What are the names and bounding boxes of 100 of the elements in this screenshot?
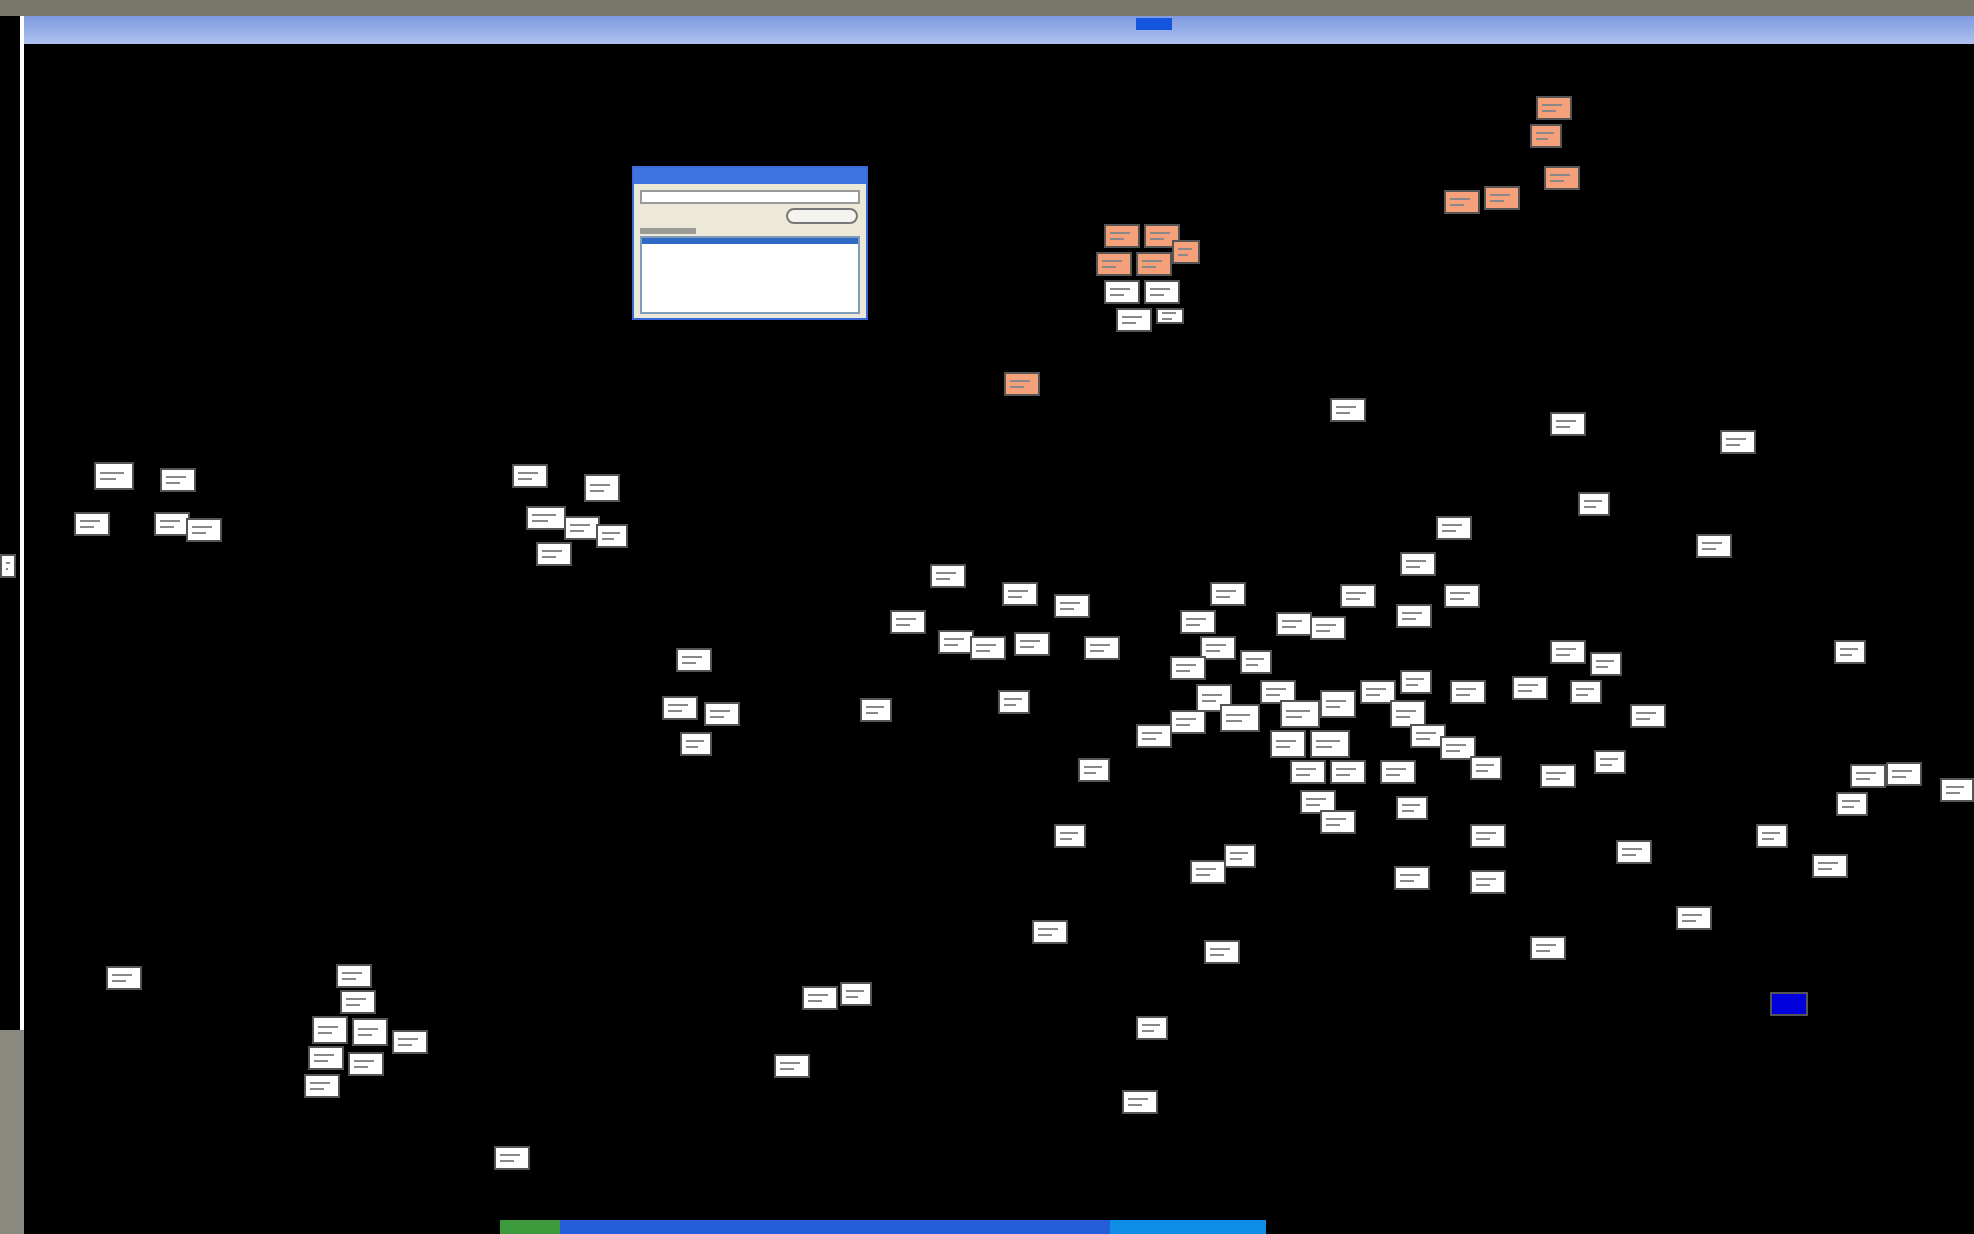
graph-node[interactable] <box>1032 920 1068 944</box>
dialog-button[interactable] <box>786 208 858 224</box>
graph-node[interactable] <box>1394 866 1430 890</box>
graph-node[interactable] <box>1578 492 1610 516</box>
graph-node[interactable] <box>1436 516 1472 540</box>
graph-node[interactable] <box>890 610 926 634</box>
graph-node[interactable] <box>1590 652 1622 676</box>
graph-node[interactable] <box>160 468 196 492</box>
graph-node[interactable] <box>1122 1090 1158 1114</box>
graph-node[interactable] <box>1616 840 1652 864</box>
graph-node[interactable] <box>1116 308 1152 332</box>
start-button[interactable] <box>500 1220 560 1234</box>
graph-node[interactable] <box>1470 824 1506 848</box>
graph-node[interactable] <box>494 1146 530 1170</box>
graph-node[interactable] <box>1144 224 1180 248</box>
graph-node[interactable] <box>1512 676 1548 700</box>
graph-node[interactable] <box>1004 372 1040 396</box>
graph-node[interactable] <box>1630 704 1666 728</box>
graph-node[interactable] <box>1204 940 1240 964</box>
graph-node[interactable] <box>1470 756 1502 780</box>
graph-node[interactable] <box>1014 632 1050 656</box>
graph-node[interactable] <box>802 986 838 1010</box>
graph-node[interactable] <box>1440 736 1476 760</box>
graph-node[interactable] <box>1444 190 1480 214</box>
graph-node[interactable] <box>1054 824 1086 848</box>
graph-node[interactable] <box>1340 584 1376 608</box>
graph-node[interactable] <box>312 1016 348 1044</box>
graph-node[interactable] <box>336 964 372 988</box>
graph-node[interactable] <box>1940 778 1974 802</box>
graph-node[interactable] <box>1450 680 1486 704</box>
graph-node[interactable] <box>1770 992 1808 1016</box>
graph-node[interactable] <box>676 648 712 672</box>
graph-node[interactable] <box>1180 610 1216 634</box>
graph-node[interactable] <box>1360 680 1396 704</box>
graph-node[interactable] <box>1380 760 1416 784</box>
graph-node[interactable] <box>1172 240 1200 264</box>
graph-node[interactable] <box>1320 810 1356 834</box>
graph-node[interactable] <box>304 1074 340 1098</box>
graph-node[interactable] <box>1144 280 1180 304</box>
graph-node[interactable] <box>1310 730 1350 758</box>
graph-node[interactable] <box>774 1054 810 1078</box>
graph-node[interactable] <box>1104 280 1140 304</box>
graph-node[interactable] <box>1224 844 1256 868</box>
graph-node[interactable] <box>526 506 566 530</box>
graph-node[interactable] <box>662 696 698 720</box>
graph-node[interactable] <box>74 512 110 536</box>
graph-node[interactable] <box>1720 430 1756 454</box>
graph-node[interactable] <box>1400 670 1432 694</box>
graph-node[interactable] <box>680 732 712 756</box>
title-bar-grip[interactable] <box>1136 18 1172 30</box>
graph-node[interactable] <box>1756 824 1788 848</box>
graph-node[interactable] <box>352 1018 388 1046</box>
graph-node[interactable] <box>1330 398 1366 422</box>
graph-node[interactable] <box>930 564 966 588</box>
graph-node[interactable] <box>1078 758 1110 782</box>
graph-node[interactable] <box>1210 582 1246 606</box>
graph-node[interactable] <box>1240 650 1272 674</box>
graph-node[interactable] <box>1550 412 1586 436</box>
graph-node[interactable] <box>564 516 600 540</box>
graph-node[interactable] <box>1170 656 1206 680</box>
graph-node[interactable] <box>340 990 376 1014</box>
graph-node[interactable] <box>1540 764 1576 788</box>
graph-node[interactable] <box>1396 796 1428 820</box>
graph-node[interactable] <box>94 462 134 490</box>
graph-node[interactable] <box>584 474 620 502</box>
graph-node[interactable] <box>938 630 974 654</box>
graph-node[interactable] <box>1002 582 1038 606</box>
graph-node[interactable] <box>1054 594 1090 618</box>
graph-node[interactable] <box>1300 790 1336 814</box>
graph-node[interactable] <box>860 698 892 722</box>
graph-node[interactable] <box>1696 534 1732 558</box>
graph-node[interactable] <box>1594 750 1626 774</box>
graph-node[interactable] <box>840 982 872 1006</box>
graph-node[interactable] <box>348 1052 384 1076</box>
graph-node[interactable] <box>154 512 190 536</box>
graph-node[interactable] <box>1676 906 1712 930</box>
graph-node[interactable] <box>186 518 222 542</box>
graph-node[interactable] <box>1320 690 1356 718</box>
graph-node[interactable] <box>392 1030 428 1054</box>
graph-node[interactable] <box>1310 616 1346 640</box>
graph-node[interactable] <box>596 524 628 548</box>
graph-node[interactable] <box>1400 552 1436 576</box>
graph-node[interactable] <box>1260 680 1296 704</box>
graph-node[interactable] <box>308 1046 344 1070</box>
graph-node[interactable] <box>1530 936 1566 960</box>
graph-node[interactable] <box>1330 760 1366 784</box>
combo-field[interactable] <box>640 190 860 204</box>
graph-node[interactable] <box>1136 724 1172 748</box>
graph-node[interactable] <box>106 966 142 990</box>
graph-node[interactable] <box>1812 854 1848 878</box>
graph-node[interactable] <box>998 690 1030 714</box>
graph-node[interactable] <box>1530 124 1562 148</box>
graph-node[interactable] <box>1850 764 1886 788</box>
graph-node[interactable] <box>1484 186 1520 210</box>
graph-node[interactable] <box>1280 700 1320 728</box>
graph-node[interactable] <box>1536 96 1572 120</box>
graph-node[interactable] <box>1836 792 1868 816</box>
graph-node[interactable] <box>1570 680 1602 704</box>
graph-node[interactable] <box>512 464 548 488</box>
graph-node[interactable] <box>1410 724 1446 748</box>
